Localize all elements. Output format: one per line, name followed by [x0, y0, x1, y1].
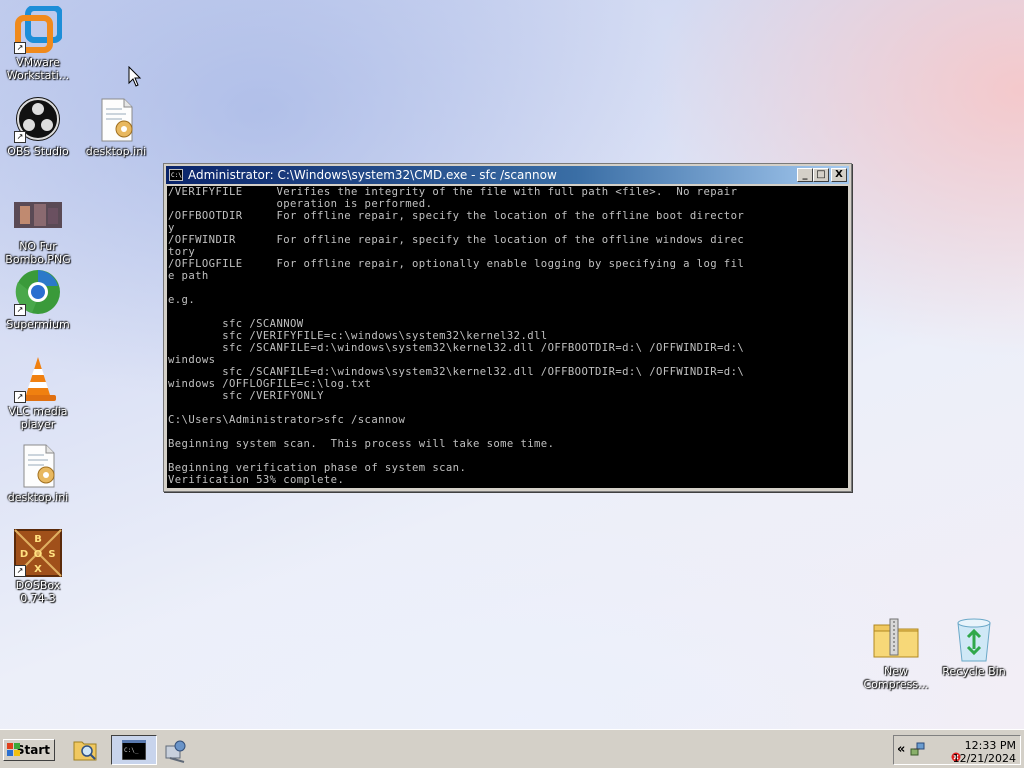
desktop-icon-label: VMware Workstati...: [6, 56, 70, 82]
desktop-icon-label: VLC media player: [8, 405, 68, 431]
desktop-icon-vmware[interactable]: ↗ VMware Workstati...: [0, 5, 76, 82]
desktop-icon-label: NO Fur Bombo.PNG: [5, 240, 71, 266]
maximize-button[interactable]: □: [813, 168, 829, 182]
desktop-icon-label: Supermium: [6, 318, 70, 331]
mouse-cursor-icon: [128, 66, 142, 87]
desktop-icon-desktop-ini[interactable]: desktop.ini: [78, 95, 154, 158]
windows-flag-icon: [7, 743, 20, 756]
console-text: /VERIFYFILE Verifies the integrity of th…: [168, 186, 745, 486]
start-button[interactable]: Start: [3, 739, 55, 761]
tray-expand-chevron-icon[interactable]: «: [897, 742, 905, 757]
desktop-icon-label: Recycle Bin: [942, 665, 1006, 678]
clock-time[interactable]: 12:33 PM: [965, 739, 1016, 752]
dosbox-icon: B D O S X ↗: [14, 529, 62, 577]
network-tray-icon[interactable]: [910, 741, 926, 757]
quick-launch-explorer[interactable]: [72, 736, 100, 764]
desktop-icon-recycle-bin[interactable]: Recycle Bin: [936, 615, 1012, 678]
desktop-icon-no-fur-bombo[interactable]: NO Fur Bombo.PNG: [0, 190, 76, 266]
zip-folder-icon: [872, 615, 920, 663]
obs-icon: ↗: [14, 95, 62, 143]
svg-text:D: D: [20, 549, 28, 560]
settings-file-icon: [92, 95, 140, 143]
console-output-area[interactable]: /VERIFYFILE Verifies the integrity of th…: [167, 186, 848, 488]
desktop-icon-obs-studio[interactable]: ↗ OBS Studio: [0, 95, 76, 158]
desktop-icon-label: desktop.ini: [7, 491, 69, 504]
svg-text:S: S: [48, 549, 55, 560]
taskbar-cmd-button[interactable]: C:\_: [111, 735, 157, 765]
system-tray: « 12:33 PM 12/21/2024: [893, 735, 1021, 765]
svg-text:O: O: [34, 549, 43, 560]
cmd-window[interactable]: C:\ Administrator: C:\Windows\system32\C…: [163, 163, 852, 492]
desktop-icon-label: DOSBox 0.74-3: [15, 579, 61, 605]
shortcut-arrow-icon: ↗: [14, 391, 26, 403]
svg-text:C:\_: C:\_: [124, 747, 139, 754]
desktop-icon-label: OBS Studio: [7, 145, 69, 158]
supermium-browser-icon: ↗: [14, 268, 62, 316]
desktop-icon-desktop-ini-2[interactable]: desktop.ini: [0, 441, 76, 504]
desktop-icon-label: desktop.ini: [85, 145, 147, 158]
shortcut-arrow-icon: ↗: [14, 131, 26, 143]
cmd-prompt-icon: C:\_: [122, 740, 146, 760]
svg-text:B: B: [34, 534, 42, 545]
shortcut-arrow-icon: ↗: [14, 42, 26, 54]
desktop-icon-vlc[interactable]: ↗ VLC media player: [0, 355, 76, 431]
shortcut-arrow-icon: ↗: [14, 565, 26, 577]
desktop-icon-label: New Compress...: [863, 665, 929, 691]
image-thumbnail-icon: [14, 190, 62, 238]
vlc-cone-icon: ↗: [14, 355, 62, 403]
close-button[interactable]: X: [831, 168, 847, 182]
clock-date[interactable]: 12/21/2024: [953, 752, 1016, 765]
cmd-window-title: Administrator: C:\Windows\system32\CMD.e…: [188, 168, 557, 182]
cmd-title-bar[interactable]: C:\ Administrator: C:\Windows\system32\C…: [166, 166, 849, 184]
settings-file-icon: [14, 441, 62, 489]
taskbar: Start C:\_ « 12:33 PM 12/21/2024: [0, 729, 1024, 768]
folder-search-icon: [73, 741, 97, 761]
desktop-icon-dosbox[interactable]: B D O S X ↗ DOSBox 0.74-3: [0, 529, 76, 605]
quick-launch-tool[interactable]: [162, 736, 190, 764]
cmd-prompt-icon: C:\: [169, 169, 183, 181]
vmware-icon: ↗: [14, 5, 63, 54]
shortcut-arrow-icon: ↗: [14, 304, 26, 316]
desktop-icon-new-compressed-folder[interactable]: New Compress...: [858, 615, 934, 691]
network-tool-icon: [165, 740, 186, 763]
desktop-icon-supermium[interactable]: ↗ Supermium: [0, 268, 76, 331]
recycle-bin-icon: [950, 615, 998, 663]
svg-text:X: X: [34, 564, 42, 575]
minimize-button[interactable]: _: [797, 168, 813, 182]
